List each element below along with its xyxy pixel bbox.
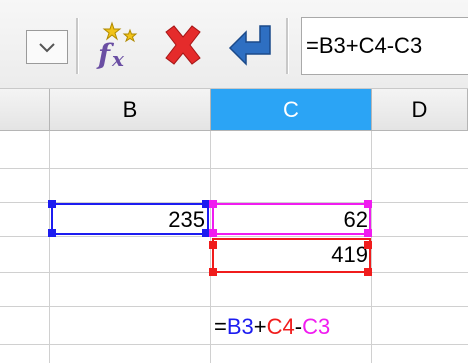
column-header-d[interactable]: D [372,89,468,131]
resize-handle[interactable] [48,229,56,237]
formula-ref-b3: B3 [226,314,254,339]
row-gridline [0,344,468,345]
column-header-label: C [283,97,299,122]
column-header-a[interactable] [0,89,50,131]
formula-ref-c3: C3 [302,314,331,339]
formula-operator-minus: - [294,314,303,339]
resize-handle[interactable] [209,229,217,237]
resize-handle[interactable] [364,229,372,237]
resize-handle[interactable] [209,268,217,276]
cancel-button[interactable] [160,22,206,68]
accept-icon [228,25,271,66]
reference-box-b3 [51,203,209,235]
name-box-dropdown-button[interactable] [26,30,68,64]
formula-toolbar: f x =B3+C4-C3 [0,0,468,89]
chevron-down-icon [39,43,55,53]
cancel-icon [165,25,201,65]
accept-button[interactable] [226,20,276,70]
column-header-c[interactable]: C [211,89,372,131]
reference-box-c3 [212,203,371,235]
function-wizard-icon: f x [96,21,138,71]
function-wizard-button[interactable]: f x [92,20,142,71]
resize-handle[interactable] [48,200,56,208]
reference-box-c4 [212,238,371,273]
column-header-label: D [411,97,428,122]
column-header-label: B [122,97,138,122]
resize-handle[interactable] [209,200,217,208]
edit-cell-c6[interactable]: =B3+C4-C3 [214,310,330,344]
resize-handle[interactable] [364,241,372,249]
toolbar-separator [286,18,289,74]
formula-equals: = [214,314,227,339]
formula-ref-c4: C4 [266,314,295,339]
column-header-b[interactable]: B [50,89,211,131]
toolbar-separator [76,18,79,74]
resize-handle[interactable] [364,268,372,276]
row-gridline [0,168,468,169]
resize-handle[interactable] [209,241,217,249]
resize-handle[interactable] [364,200,372,208]
svg-text:x: x [111,47,125,70]
column-gridline [49,131,50,363]
formula-input[interactable]: =B3+C4-C3 [301,17,468,75]
formula-operator-plus: + [253,314,267,339]
row-gridline [0,306,468,307]
